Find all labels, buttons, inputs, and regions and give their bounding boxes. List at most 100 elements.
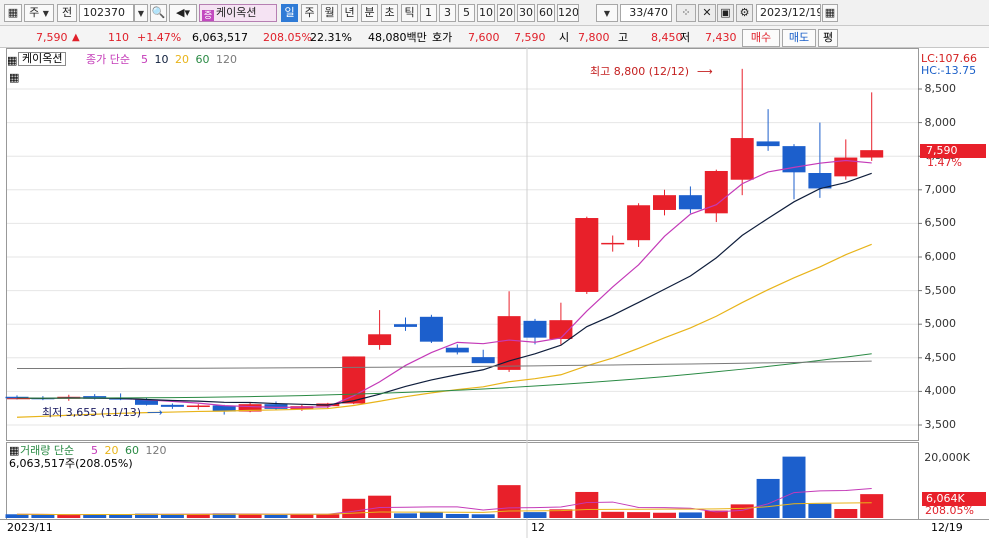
interval-button-30[interactable]: 30 [517, 4, 535, 22]
high-label: 고 [618, 31, 629, 44]
period-tab-0[interactable]: 일 [281, 4, 298, 22]
volume-bar [264, 514, 288, 518]
candle-body [445, 347, 469, 353]
period-tab-2[interactable]: 월 [321, 4, 338, 22]
candle-body [394, 324, 417, 327]
volume-bar [31, 514, 55, 518]
search-icon[interactable]: 🔍 [150, 4, 167, 22]
chart-settings-icon[interactable]: ▦ [9, 71, 19, 84]
interval-dropdown-icon[interactable]: ▼ [596, 4, 618, 22]
eval-button[interactable]: 평 [818, 29, 838, 47]
volume-bar [653, 512, 676, 518]
date-input[interactable]: 2023/12/19 [756, 4, 821, 22]
interval-button-10[interactable]: 10 [477, 4, 495, 22]
vol-ma-legend-20: 20 [104, 444, 122, 457]
stock-badge-icon: 증 [202, 10, 214, 21]
y-tick-5500: 5,500 [924, 283, 957, 297]
mode-select[interactable]: 주 ▼ [24, 4, 54, 22]
high-arrow-icon: ⟶ [697, 65, 713, 78]
volume-bar [5, 514, 29, 518]
price-change: 110 [108, 31, 129, 44]
x-axis-label-end: 12/19 [931, 521, 963, 534]
vol-ma-legend-60: 60 [125, 444, 143, 457]
grid-icon[interactable]: ⁘ [676, 4, 696, 22]
stock-name-field[interactable]: 증 케이옥션 [199, 4, 277, 22]
cross-chart-icon[interactable]: ✕ [698, 4, 716, 22]
quote-bar: 7,590 ▲ 110 +1.47% 6,063,517 208.05% 22.… [0, 26, 989, 48]
volume-bar [419, 512, 443, 518]
period-tab-4[interactable]: 분 [361, 4, 378, 22]
y-tick-6000: 6,000 [924, 250, 957, 263]
y-tick-8500: 8,500 [924, 82, 957, 95]
volume-ratio: 208.05% [263, 31, 312, 44]
y-tick-4500: 4,500 [924, 350, 957, 364]
x-axis-label-start: 2023/11 [7, 521, 53, 534]
chart-canvas[interactable] [0, 48, 989, 538]
hc-value: HC:-13.75 [921, 64, 977, 77]
trade-amount: 48,080백만 [368, 31, 427, 44]
high-price: 8,450 [651, 31, 683, 44]
interval-button-20[interactable]: 20 [497, 4, 515, 22]
y-tick-3500: 3,500 [924, 418, 957, 431]
volume-summary: 6,063,517주(208.05%) [9, 457, 133, 470]
period-tab-5[interactable]: 초 [381, 4, 398, 22]
stock-name-tag[interactable]: 케이옥션 [18, 52, 67, 66]
volume-bar [575, 491, 599, 518]
candle-body [808, 173, 832, 189]
low-arrow-icon: ⟶ [147, 406, 163, 419]
volume-bar [678, 512, 702, 518]
period-tab-1[interactable]: 주 [301, 4, 318, 22]
candle-body [627, 205, 651, 241]
last-price-pct: 1.47% [927, 156, 962, 169]
code-input[interactable]: 102370 [79, 4, 134, 22]
y-tick-7000: 7,000 [924, 182, 957, 196]
interval-button-3[interactable]: 3 [439, 4, 456, 22]
volume-bar [782, 456, 806, 518]
code-dropdown-icon[interactable]: ▼ [134, 4, 148, 22]
ma-legend-10: 10 [154, 53, 172, 66]
stock-name: 케이옥션 [216, 6, 257, 19]
sell-button[interactable]: 매도 [782, 29, 816, 47]
interval-button-5[interactable]: 5 [458, 4, 475, 22]
gear-icon[interactable]: ⚙ [736, 4, 753, 22]
bid-price: 7,590 [514, 31, 546, 44]
candle-body [471, 357, 495, 364]
calendar-icon[interactable]: ▦ [822, 4, 838, 22]
period-tab-6[interactable]: 틱 [401, 4, 418, 22]
mode-label: 주 [29, 6, 40, 19]
current-price: 7,590 [36, 31, 68, 44]
speaker-icon[interactable]: ◀▾ [169, 4, 197, 22]
open-label: 시 [559, 31, 570, 44]
count-input[interactable]: 33/470 [620, 4, 672, 22]
prev-button[interactable]: 전 [57, 4, 77, 22]
layout-icon[interactable]: ▦ [4, 4, 22, 22]
ask-price: 7,600 [468, 31, 500, 44]
stock-chart[interactable]: ▦ 케이옥션 종가 단순 5 10 20 60 120 ▦ LC:107.66 … [0, 48, 989, 538]
volume-bar [186, 514, 210, 518]
ma-legend-20: 20 [175, 53, 193, 66]
ma-period-legend: 5 10 20 60 120 [141, 53, 240, 66]
volume-menu-icon[interactable]: ▦ [9, 444, 19, 457]
volume-axis-top: 20,000K [924, 451, 970, 464]
interval-button-60[interactable]: 60 [537, 4, 555, 22]
panel-menu-icon[interactable]: ▦ [7, 54, 17, 67]
period-tab-3[interactable]: 년 [341, 4, 358, 22]
candle-body [264, 404, 288, 409]
volume-bar [834, 509, 858, 518]
buy-button[interactable]: 매수 [742, 29, 780, 47]
volume-bar [497, 485, 521, 518]
ma-legend-60: 60 [195, 53, 213, 66]
candle-body [575, 218, 599, 292]
up-arrow-icon: ▲ [72, 32, 80, 43]
volume-bar [316, 514, 340, 518]
volume-bar [368, 495, 392, 518]
candle-body [704, 170, 728, 214]
low-annotation: 최저 3,655 (11/13) [42, 406, 142, 419]
volume-title: 거래량 단순 [20, 444, 75, 457]
interval-button-1[interactable]: 1 [420, 4, 437, 22]
volume-ma-legend: 5 20 60 120 [91, 444, 170, 457]
chevron-down-icon: ▼ [42, 9, 49, 18]
candle-body [497, 316, 521, 370]
save-icon[interactable]: ▣ [717, 4, 734, 22]
interval-button-120[interactable]: 120 [557, 4, 579, 22]
